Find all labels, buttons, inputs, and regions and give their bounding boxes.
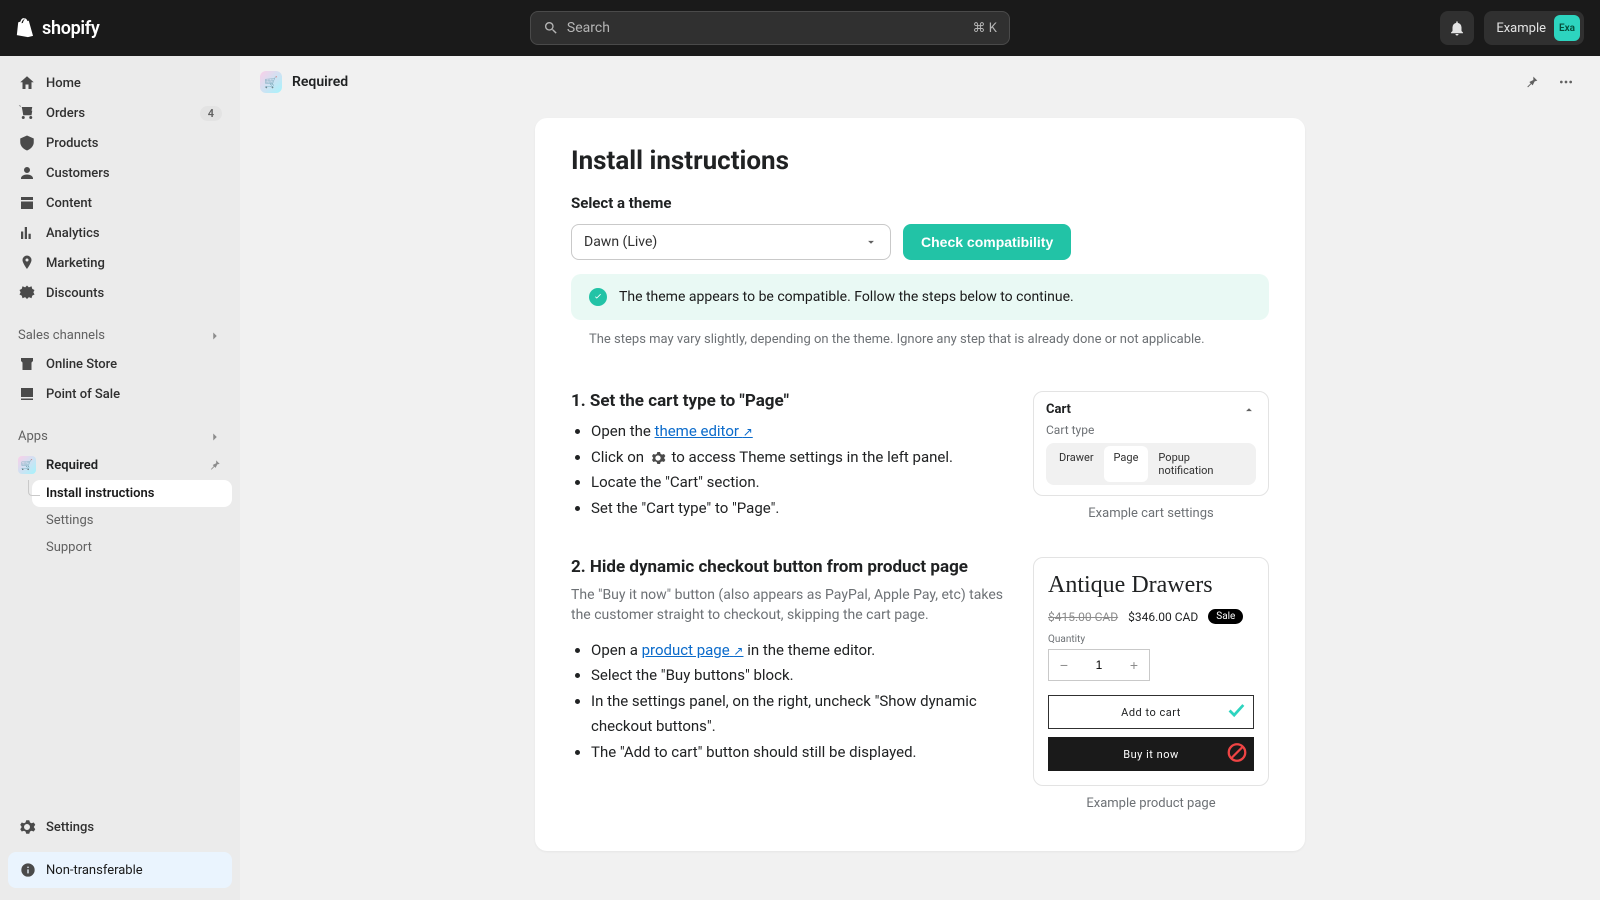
nav-analytics[interactable]: Analytics (8, 218, 232, 248)
price-new: $346.00 CAD (1128, 610, 1198, 624)
select-theme-label: Select a theme (571, 194, 1269, 212)
nav-orders[interactable]: Orders4 (8, 98, 232, 128)
step2-desc: The "Buy it now" button (also appears as… (571, 585, 1005, 626)
orders-icon (18, 104, 36, 122)
nav-app-required[interactable]: 🛒 Required (8, 450, 232, 480)
step1-bullet: Click on to access Theme settings in the… (591, 445, 1005, 471)
forbidden-icon (1226, 742, 1248, 767)
nav-settings[interactable]: Settings (8, 812, 232, 842)
qty-plus: + (1119, 650, 1149, 680)
example-cart-settings: Cart Cart type Drawer Page Popup notific… (1033, 391, 1269, 496)
nav-sub-settings[interactable]: Settings (32, 507, 232, 534)
nav-sub-install[interactable]: Install instructions (32, 480, 232, 507)
search-placeholder: Search (567, 20, 965, 36)
check-compatibility-button[interactable]: Check compatibility (903, 224, 1071, 260)
step1-bullet: Locate the "Cart" section. (591, 470, 1005, 496)
shopify-icon (16, 17, 36, 39)
price-old: $415.00 CAD (1048, 610, 1118, 624)
example-caption: Example cart settings (1033, 506, 1269, 521)
example-caption: Example product page (1033, 796, 1269, 811)
discounts-icon (18, 284, 36, 302)
nav-online-store[interactable]: Online Store (8, 349, 232, 379)
account-name: Example (1496, 21, 1546, 36)
qty-input (1079, 658, 1119, 672)
step2-bullet: Open a product page ↗ in the theme edito… (591, 638, 1005, 664)
cart-type-segmented: Drawer Page Popup notification (1046, 443, 1256, 485)
add-to-cart-example: Add to cart (1048, 695, 1254, 729)
quantity-stepper: − + (1048, 649, 1150, 681)
info-icon (20, 862, 36, 878)
customers-icon (18, 164, 36, 182)
chevron-right-icon (208, 329, 222, 343)
step2-bullet: Select the "Buy buttons" block. (591, 663, 1005, 689)
chevron-up-icon (1242, 403, 1256, 417)
theme-editor-link[interactable]: theme editor ↗ (655, 422, 753, 440)
sales-channels-heading[interactable]: Sales channels (8, 322, 232, 349)
product-title: Antique Drawers (1048, 572, 1254, 599)
sidebar: Home Orders4 Products Customers Content … (0, 56, 240, 900)
qty-minus: − (1049, 650, 1079, 680)
buy-now-example: Buy it now (1048, 737, 1254, 771)
products-icon (18, 134, 36, 152)
pin-icon (208, 458, 222, 472)
nav-products[interactable]: Products (8, 128, 232, 158)
gear-icon (650, 450, 666, 466)
more-icon (1558, 74, 1574, 90)
steps-note: The steps may vary slightly, depending o… (571, 330, 1269, 355)
app-icon: 🛒 (260, 71, 282, 93)
quantity-label: Quantity (1048, 634, 1254, 645)
pin-icon (1524, 74, 1540, 90)
step1-bullet: Set the "Cart type" to "Page". (591, 496, 1005, 522)
notifications-button[interactable] (1440, 11, 1474, 45)
product-page-link[interactable]: product page ↗ (642, 641, 744, 659)
pos-icon (18, 385, 36, 403)
non-transferable-banner[interactable]: Non-transferable (8, 852, 232, 888)
search-input[interactable]: Search ⌘ K (530, 11, 1010, 45)
nav-content[interactable]: Content (8, 188, 232, 218)
page-title: Install instructions (571, 146, 1269, 176)
search-shortcut: ⌘ K (973, 21, 997, 36)
nav-marketing[interactable]: Marketing (8, 248, 232, 278)
avatar: Exa (1554, 15, 1580, 41)
home-icon (18, 74, 36, 92)
example-product-page: Antique Drawers $415.00 CAD $346.00 CAD … (1033, 557, 1269, 786)
content-icon (18, 194, 36, 212)
sale-badge: Sale (1208, 609, 1243, 624)
theme-select[interactable]: Dawn (Live) (571, 224, 891, 260)
brand-logo[interactable]: shopify (16, 17, 100, 39)
nav-discounts[interactable]: Discounts (8, 278, 232, 308)
step2-title: 2. Hide dynamic checkout button from pro… (571, 557, 1005, 577)
marketing-icon (18, 254, 36, 272)
chevron-right-icon (208, 430, 222, 444)
bell-icon (1448, 19, 1466, 37)
pin-button[interactable] (1518, 68, 1546, 96)
nav-home[interactable]: Home (8, 68, 232, 98)
nav-customers[interactable]: Customers (8, 158, 232, 188)
chevron-down-icon (864, 235, 878, 249)
step1-title: 1. Set the cart type to "Page" (571, 391, 1005, 411)
orders-badge: 4 (200, 106, 222, 121)
apps-heading[interactable]: Apps (8, 423, 232, 450)
analytics-icon (18, 224, 36, 242)
step2-bullet: In the settings panel, on the right, unc… (591, 689, 1005, 740)
page-app-name: Required (292, 74, 348, 90)
check-mark-icon (1225, 700, 1247, 725)
nav-sub-support[interactable]: Support (32, 534, 232, 561)
step1-bullet: Open the theme editor ↗ (591, 419, 1005, 445)
account-menu[interactable]: Example Exa (1484, 11, 1584, 45)
app-icon: 🛒 (18, 456, 36, 474)
step2-bullet: The "Add to cart" button should still be… (591, 740, 1005, 766)
store-icon (18, 355, 36, 373)
nav-pos[interactable]: Point of Sale (8, 379, 232, 409)
gear-icon (18, 818, 36, 836)
main-content: 🛒 Required Install instructions Select a… (240, 56, 1600, 900)
brand-text: shopify (42, 18, 100, 39)
more-button[interactable] (1552, 68, 1580, 96)
search-icon (543, 20, 559, 36)
compatibility-alert: The theme appears to be compatible. Foll… (571, 274, 1269, 320)
check-icon (589, 288, 607, 306)
